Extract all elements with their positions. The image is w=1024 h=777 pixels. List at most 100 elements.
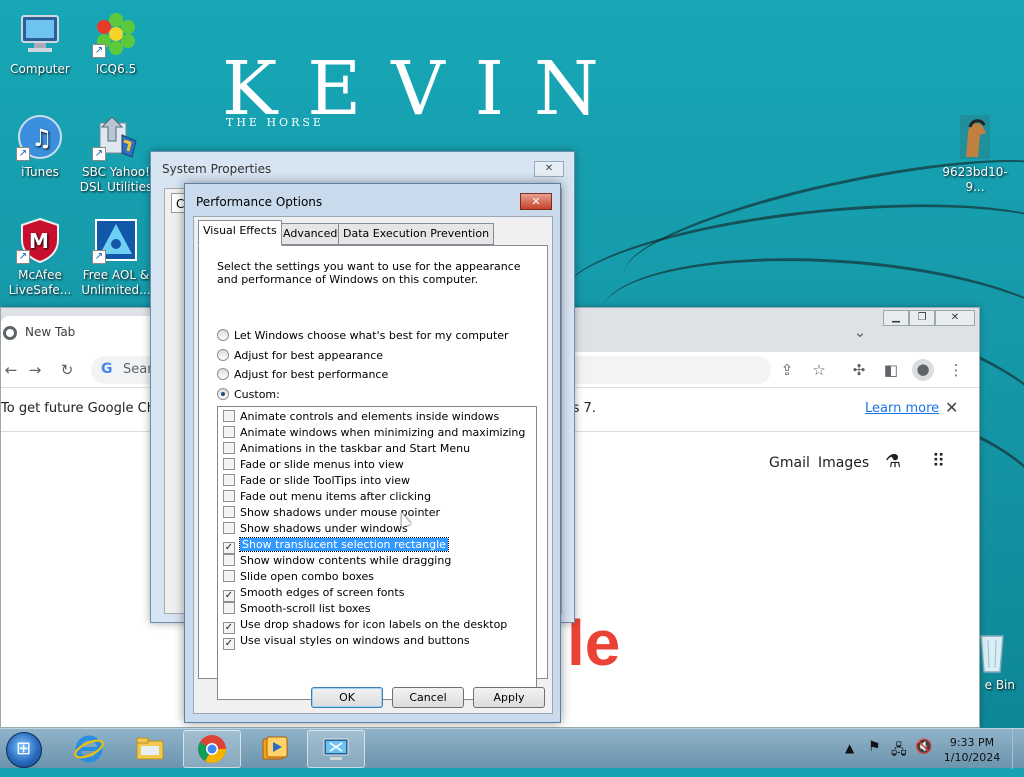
more-menu-icon[interactable]: ⋮ [946,360,966,380]
desktop-icon-aol[interactable]: ↗ Free AOL & Unlimited... [76,216,156,298]
desktop-icon-label: Free AOL & Unlimited... [81,268,151,297]
effect-label: Fade or slide menus into view [240,458,404,471]
reload-icon[interactable]: ↻ [57,360,77,380]
tab-search-chevron-icon[interactable]: ⌄ [850,322,870,342]
effect-item[interactable]: Fade or slide menus into view [223,457,536,473]
effect-item[interactable]: ✓ Use drop shadows for icon labels on the… [223,617,536,634]
visual-effects-panel: Select the settings you want to use for … [198,245,548,700]
taskbar: ▲ ⚑ 🖧 🔇 9:33 PM 1/10/2024 [0,728,1024,769]
performance-options-close-button[interactable]: ✕ [520,193,552,210]
performance-options-client: Visual Effects Advanced Data Execution P… [193,216,553,714]
radio-button-icon [217,329,229,341]
effect-item[interactable]: Animate windows when minimizing and maxi… [223,425,536,441]
learn-more-link[interactable]: Learn more [865,401,939,416]
effect-item[interactable]: Show shadows under windows [223,521,536,537]
radio-button-icon [217,349,229,361]
show-hidden-icons-icon[interactable]: ▲ [845,741,854,755]
tab-advanced[interactable]: Advanced [278,223,343,245]
desktop-icon-label: iTunes [21,165,59,179]
radio-best-appearance[interactable]: Adjust for best appearance [217,349,383,362]
bookmark-star-icon[interactable]: ☆ [809,360,829,380]
network-icon[interactable]: 🖧 [891,739,907,763]
checkbox[interactable] [223,474,235,486]
chrome-taskbar-icon[interactable] [183,730,241,768]
radio-custom[interactable]: Custom: [217,388,280,401]
effect-item[interactable]: ✓ Show translucent selection rectangle [223,537,536,554]
show-desktop-button[interactable] [1012,729,1024,769]
apps-grid-icon[interactable]: ⠿ [932,451,945,472]
desktop-icon-sbc-yahoo[interactable]: ↗ SBC Yahoo! DSL Utilities [76,113,156,195]
apply-button[interactable]: Apply [473,687,545,708]
labs-flask-icon[interactable]: ⚗ [885,451,901,472]
checkbox[interactable] [223,442,235,454]
checkbox[interactable] [223,554,235,566]
system-properties-title: System Properties [162,162,272,176]
media-player-icon[interactable] [245,730,303,768]
infobar-close-icon[interactable]: ✕ [945,398,958,417]
effect-item[interactable]: ✓ Smooth edges of screen fonts [223,585,536,602]
back-arrow-icon[interactable]: ← [1,360,21,380]
volume-muted-icon[interactable]: 🔇 [915,739,932,755]
chrome-close-button[interactable]: ✕ [935,310,975,326]
mcafee-icon: M ↗ [16,216,64,264]
radio-label: Adjust for best performance [234,368,389,381]
effect-item[interactable]: ✓ Use visual styles on windows and button… [223,633,536,650]
visual-effects-list[interactable]: Animate controls and elements inside win… [217,406,537,700]
checkbox[interactable] [223,602,235,614]
effect-item[interactable]: Show window contents while dragging [223,553,536,569]
start-button[interactable] [6,732,42,768]
action-center-flag-icon[interactable]: ⚑ [868,739,881,755]
chrome-maximize-button[interactable]: ❐ [909,310,935,326]
checkbox[interactable] [223,570,235,582]
effect-item[interactable]: Animations in the taskbar and Start Menu [223,441,536,457]
radio-let-windows-choose[interactable]: Let Windows choose what's best for my co… [217,329,509,342]
effect-label: Animate windows when minimizing and maxi… [240,426,526,439]
images-link[interactable]: Images [818,455,869,471]
effect-item[interactable]: Animate controls and elements inside win… [223,409,536,425]
tab-visual-effects[interactable]: Visual Effects [198,220,282,246]
checkbox-checked[interactable]: ✓ [223,638,235,650]
profile-avatar-icon[interactable]: ● [912,359,934,381]
checkbox[interactable] [223,506,235,518]
share-icon[interactable]: ⇪ [777,360,797,380]
chrome-minimize-button[interactable]: ▁ [883,310,909,326]
side-panel-icon[interactable]: ◧ [881,360,901,380]
system-properties-close-button[interactable]: ✕ [534,161,564,177]
effect-label: Animate controls and elements inside win… [240,410,500,423]
effect-item[interactable]: Smooth-scroll list boxes [223,601,536,617]
effect-item[interactable]: Fade or slide ToolTips into view [223,473,536,489]
checkbox[interactable] [223,426,235,438]
radio-best-performance[interactable]: Adjust for best performance [217,368,388,381]
itunes-icon: ♫ ↗ [16,113,64,161]
cancel-button[interactable]: Cancel [392,687,464,708]
internet-explorer-icon[interactable] [60,730,118,768]
desktop-icon-computer[interactable]: Computer [0,10,80,77]
file-explorer-icon[interactable] [121,730,179,768]
desktop-icon-horse-image[interactable]: 9623bd10-9... [934,113,1016,195]
taskbar-clock[interactable]: 9:33 PM 1/10/2024 [940,735,1004,765]
effect-item[interactable]: Show shadows under mouse pointer [223,505,536,521]
checkbox[interactable] [223,490,235,502]
checkbox[interactable] [223,458,235,470]
effect-item[interactable]: Slide open combo boxes [223,569,536,585]
system-properties-taskbar-icon[interactable] [307,730,365,768]
desktop-icon-icq[interactable]: ↗ ICQ6.5 [76,10,156,77]
effect-label: Animations in the taskbar and Start Menu [240,442,471,455]
effect-item[interactable]: Fade out menu items after clicking [223,489,536,505]
sbc-yahoo-icon: ↗ [92,113,140,161]
tab-data-execution-prevention[interactable]: Data Execution Prevention [338,223,495,245]
desktop-icon-mcafee[interactable]: M ↗ McAfee LiveSafe... [0,216,80,298]
desktop-icon-itunes[interactable]: ♫ ↗ iTunes [0,113,80,180]
checkbox[interactable] [223,410,235,422]
effect-label: Use drop shadows for icon labels on the … [240,618,508,631]
ok-button[interactable]: OK [311,687,383,708]
checkbox[interactable] [223,522,235,534]
wallpaper-title: KEVIN [222,46,629,132]
performance-options-title: Performance Options [196,195,323,209]
shortcut-arrow-icon: ↗ [16,250,30,264]
gmail-link[interactable]: Gmail [769,455,810,471]
effect-label: Slide open combo boxes [240,570,375,583]
forward-arrow-icon[interactable]: → [25,360,45,380]
extensions-puzzle-icon[interactable]: ✣ [849,360,869,380]
aol-icon: ↗ [92,216,140,264]
